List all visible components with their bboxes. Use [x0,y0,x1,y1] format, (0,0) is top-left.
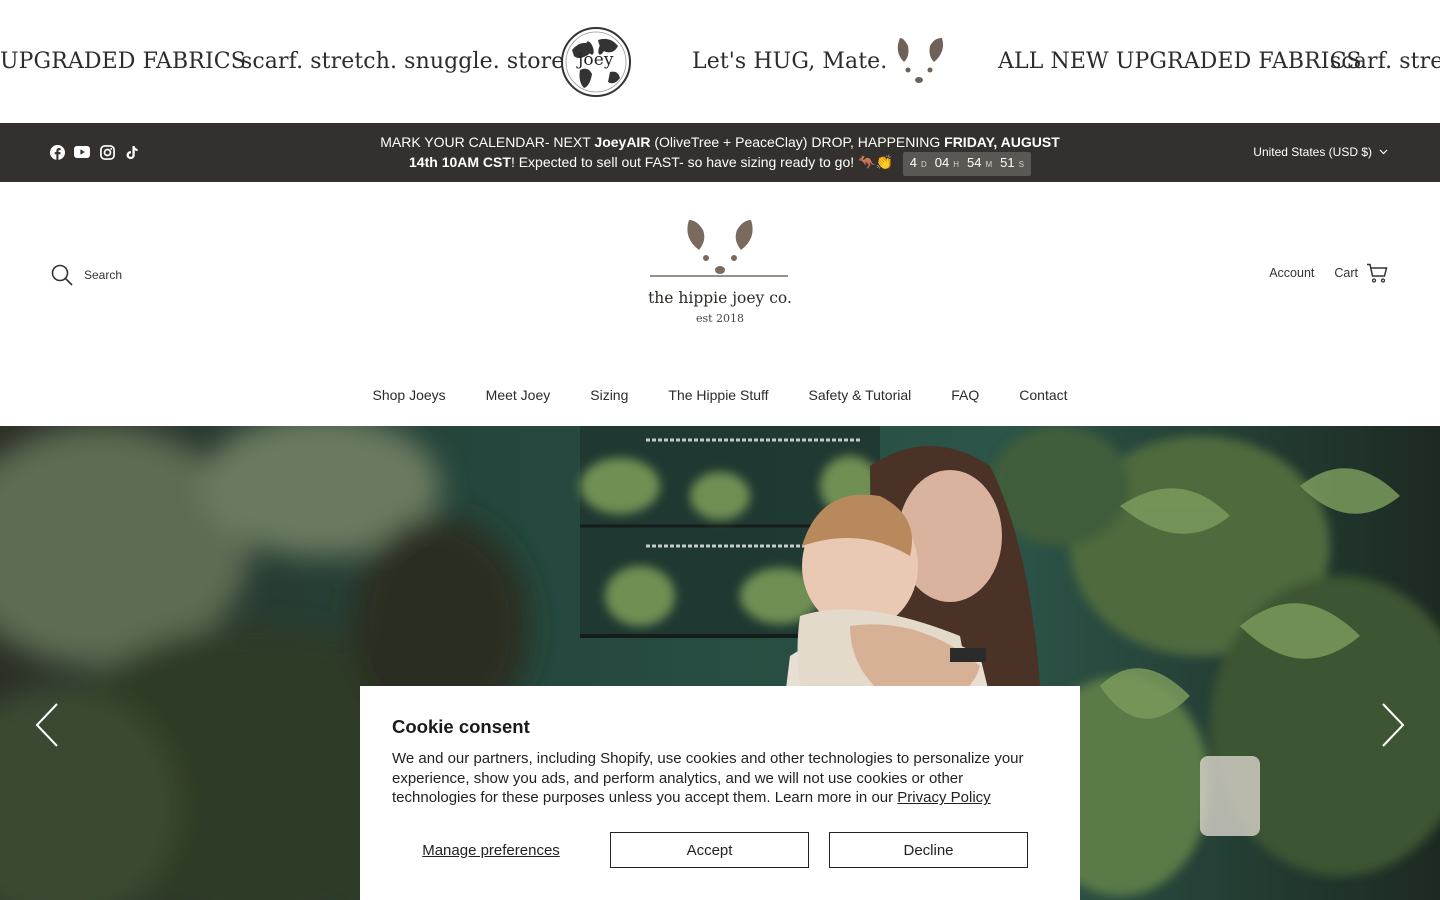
announcement-part: (OliveTree + PeaceClay) DROP, HAPPENING [650,134,945,150]
marquee-text: scarf. stretch. snuggle. store. [241,49,572,74]
cookie-title: Cookie consent [392,716,530,737]
locale-label: United States (USD $) [1253,145,1372,159]
facebook-icon[interactable] [49,144,65,160]
marquee-text: scarf. stretch [1330,49,1440,74]
cookie-actions: Manage preferences Accept Decline [392,832,1048,868]
countdown-hours: 04 [934,155,950,170]
locale-selector[interactable]: United States (USD $) [1253,145,1388,159]
announcement-product: JoeyAIR [594,134,651,150]
brand-name: the hippie joey co. [648,289,792,307]
countdown-seconds: 51 [1000,155,1015,170]
accept-button[interactable]: Accept [610,832,809,868]
cart-link[interactable]: Cart [1334,263,1388,283]
nav-item-shop-joeys[interactable]: Shop Joeys [372,387,445,403]
cart-icon [1367,263,1388,283]
globe-logo-text: joey [578,50,614,70]
countdown-unit: H [953,160,960,169]
globe-logo: joey [560,0,632,123]
slideshow-next-arrow[interactable] [1380,702,1406,748]
search-label: Search [84,268,123,282]
marquee-text: UPGRADED FABRICS [0,49,246,74]
instagram-icon[interactable] [99,144,115,160]
marquee-text: ALL NEW UPGRADED FABRICS [998,49,1362,74]
search-button[interactable]: Search [51,264,122,286]
site-header: Search the hippie joey co. est 2018 Acco… [0,182,1440,426]
announcement-bar: MARK YOUR CALENDAR- NEXT JoeyAIR (OliveT… [0,123,1440,182]
nav-item-safety-tutorial[interactable]: Safety & Tutorial [809,387,912,403]
chevron-down-icon [1379,149,1388,155]
announcement-part: ! Expected to sell out FAST- so have siz… [510,154,893,170]
manage-preferences-button[interactable]: Manage preferences [392,832,590,868]
marquee-banner: UPGRADED FABRICS scarf. stretch. snuggle… [0,0,1440,123]
brand-est: est 2018 [695,312,745,325]
account-link[interactable]: Account [1269,266,1314,280]
nav-item-contact[interactable]: Contact [1019,387,1067,403]
kangaroo-ears-logo [890,0,948,123]
countdown-unit: D [921,160,927,169]
nav-item-meet-joey[interactable]: Meet Joey [486,387,551,403]
kangaroo-ears-icon [897,37,943,83]
cookie-body: We and our partners, including Shopify, … [392,749,1042,808]
search-icon [51,264,73,286]
nav-item-sizing[interactable]: Sizing [590,387,628,403]
announcement-part: MARK YOUR CALENDAR- NEXT [380,134,595,150]
cookie-consent-banner: Cookie consent We and our partners, incl… [360,686,1080,900]
youtube-icon[interactable] [74,144,90,160]
privacy-policy-link[interactable]: Privacy Policy [897,789,990,806]
kangaroo-logo-icon [650,220,788,277]
announcement-text[interactable]: MARK YOUR CALENDAR- NEXT JoeyAIR (OliveT… [365,133,1075,176]
nav-item-hippie-stuff[interactable]: The Hippie Stuff [668,387,768,403]
tiktok-icon[interactable] [124,144,140,160]
marquee-text: Let's HUG, Mate. [692,49,888,74]
decline-button[interactable]: Decline [829,832,1028,868]
countdown-days: 4 [909,155,917,170]
nav-item-faq[interactable]: FAQ [951,387,979,403]
countdown-minutes: 54 [967,155,982,170]
slideshow-prev-arrow[interactable] [34,702,60,748]
main-nav: Shop Joeys Meet Joey Sizing The Hippie S… [0,387,1440,403]
countdown-unit: M [985,160,993,169]
header-actions: Account Cart [1269,263,1388,283]
social-links [49,144,140,160]
countdown-unit: S [1018,160,1024,169]
site-logo[interactable]: the hippie joey co. est 2018 [640,216,800,325]
countdown-timer: 4D 04 H 54 M 51 S [902,152,1031,176]
cart-label: Cart [1334,266,1358,280]
